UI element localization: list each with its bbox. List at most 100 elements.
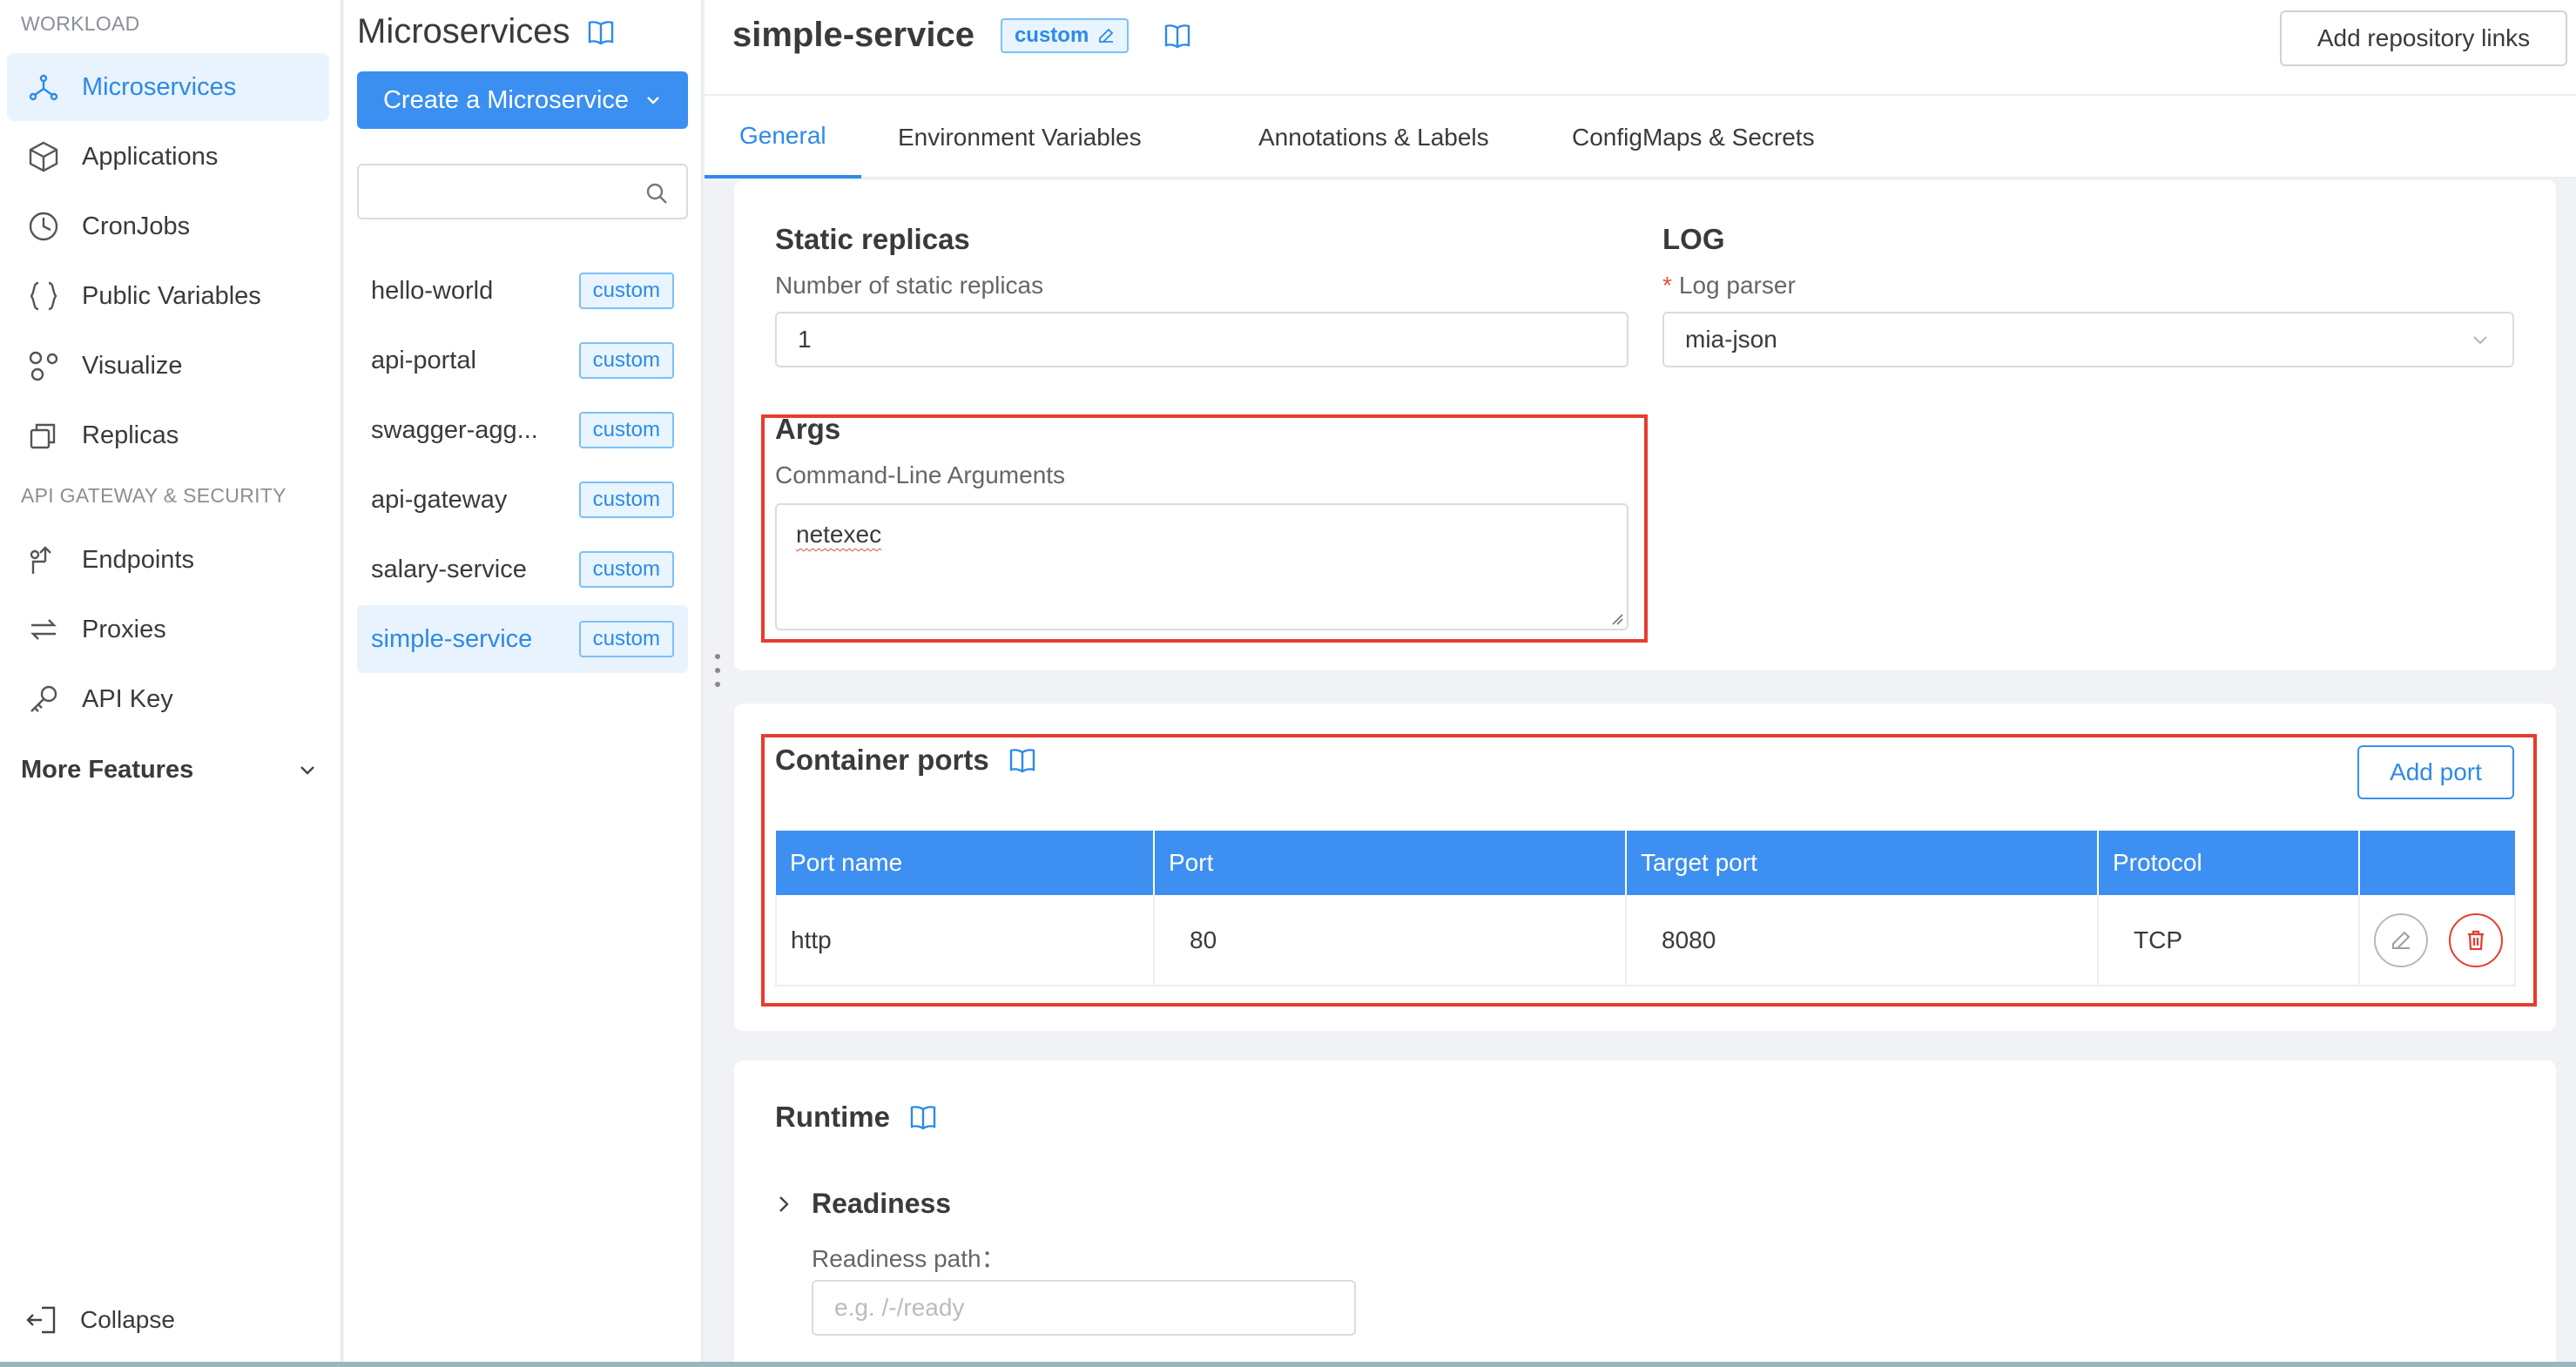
service-type-tag[interactable]: custom bbox=[1000, 17, 1130, 53]
args-textarea[interactable]: netexec bbox=[775, 503, 1629, 630]
book-icon[interactable] bbox=[909, 1104, 937, 1130]
tab-annotations-labels[interactable]: Annotations & Labels bbox=[1224, 96, 1524, 178]
nodes-icon bbox=[24, 347, 63, 385]
tab-general[interactable]: General bbox=[705, 96, 861, 178]
args-value: netexec bbox=[796, 521, 882, 548]
key-icon bbox=[24, 680, 63, 718]
search-input[interactable] bbox=[368, 172, 637, 211]
nav-item-public-variables[interactable]: Public Variables bbox=[7, 262, 329, 330]
static-replicas-input[interactable]: 1 bbox=[775, 312, 1629, 367]
nav-item-label: Public Variables bbox=[82, 281, 261, 310]
nav-item-cronjobs[interactable]: CronJobs bbox=[7, 192, 329, 260]
pencil-icon bbox=[1097, 27, 1115, 44]
nav-item-label: CronJobs bbox=[82, 212, 191, 240]
more-features-label: More Features bbox=[21, 755, 194, 784]
list-item-tag: custom bbox=[578, 481, 674, 518]
tab-configmaps-secrets[interactable]: ConfigMaps & Secrets bbox=[1537, 96, 1850, 178]
list-item-api-gateway[interactable]: api-gateway custom bbox=[357, 466, 688, 534]
search-box bbox=[357, 164, 688, 219]
runtime-header: Runtime bbox=[775, 1101, 937, 1134]
list-item-name: api-portal bbox=[371, 346, 476, 374]
nav-item-api-key[interactable]: API Key bbox=[7, 665, 329, 733]
left-navigation: WORKLOAD Microservices Applications Cron… bbox=[0, 0, 342, 1367]
log-parser-label-text: Log parser bbox=[1678, 272, 1796, 299]
nav-item-label: Visualize bbox=[82, 351, 183, 380]
list-item-swagger-aggregator[interactable]: swagger-agg... custom bbox=[357, 396, 688, 464]
list-title: Microservices bbox=[357, 12, 615, 51]
readiness-path-label: Readiness path： bbox=[812, 1245, 1006, 1272]
list-title-text: Microservices bbox=[357, 12, 570, 51]
list-item-hello-world[interactable]: hello-world custom bbox=[357, 257, 688, 325]
nav-item-visualize[interactable]: Visualize bbox=[7, 332, 329, 400]
more-features-toggle[interactable]: More Features bbox=[21, 751, 317, 789]
container-ports-header: Container ports bbox=[775, 744, 1036, 777]
list-item-name: swagger-agg... bbox=[371, 415, 538, 444]
static-replicas-title: Static replicas bbox=[775, 223, 970, 255]
copy-icon bbox=[24, 416, 63, 455]
list-item-name: api-gateway bbox=[371, 485, 508, 514]
collapse-button[interactable]: Collapse bbox=[24, 1301, 175, 1339]
edit-port-button[interactable] bbox=[2374, 912, 2428, 967]
page-title: simple-service custom bbox=[732, 16, 1191, 55]
column-header-protocol: Protocol bbox=[2098, 831, 2360, 895]
chevron-down-icon bbox=[2471, 330, 2490, 349]
args-title: Args bbox=[775, 413, 841, 445]
table-row: http 80 8080 TCP bbox=[775, 895, 2516, 987]
tab-environment-variables[interactable]: Environment Variables bbox=[863, 96, 1177, 178]
runtime-title: Runtime bbox=[775, 1101, 890, 1133]
static-replicas-label: Number of static replicas bbox=[775, 272, 1044, 299]
nav-item-label: Applications bbox=[82, 142, 219, 171]
list-item-tag: custom bbox=[578, 342, 674, 379]
book-icon[interactable] bbox=[1163, 23, 1191, 49]
list-item-tag: custom bbox=[578, 273, 674, 309]
swap-icon bbox=[24, 610, 63, 649]
list-item-salary-service[interactable]: salary-service custom bbox=[357, 535, 688, 603]
chevron-down-icon bbox=[298, 760, 317, 779]
nav-item-proxies[interactable]: Proxies bbox=[7, 596, 329, 663]
search-icon[interactable] bbox=[644, 181, 669, 205]
add-repository-links-button[interactable]: Add repository links bbox=[2280, 10, 2567, 66]
readiness-path-input[interactable]: e.g. /-/ready bbox=[812, 1280, 1356, 1336]
list-item-tag: custom bbox=[578, 551, 674, 588]
window-bottom-edge bbox=[0, 1362, 2576, 1367]
readiness-title: Readiness bbox=[812, 1188, 952, 1219]
panel-resize-handle[interactable] bbox=[712, 651, 723, 690]
nav-item-label: API Key bbox=[82, 684, 173, 713]
list-item-simple-service[interactable]: simple-service custom bbox=[357, 605, 688, 673]
resize-grip-icon bbox=[1612, 614, 1623, 625]
nav-item-applications[interactable]: Applications bbox=[7, 123, 329, 191]
column-header-port: Port bbox=[1154, 831, 1627, 895]
tab-bar: General Environment Variables Annotation… bbox=[705, 94, 2576, 178]
create-microservice-button[interactable]: Create a Microservice bbox=[357, 71, 688, 129]
nav-item-endpoints[interactable]: Endpoints bbox=[7, 526, 329, 594]
required-mark: * bbox=[1662, 272, 1672, 299]
add-port-button[interactable]: Add port bbox=[2357, 745, 2514, 799]
nav-item-microservices[interactable]: Microservices bbox=[7, 53, 329, 121]
cell-port: 80 bbox=[1154, 895, 1627, 987]
log-title: LOG bbox=[1662, 223, 1725, 255]
log-parser-select[interactable]: mia-json bbox=[1662, 312, 2514, 367]
book-icon[interactable] bbox=[1008, 747, 1036, 773]
cell-actions bbox=[2359, 895, 2516, 987]
book-icon[interactable] bbox=[587, 19, 615, 45]
nav-item-replicas[interactable]: Replicas bbox=[7, 401, 329, 469]
readiness-collapse-toggle[interactable]: Readiness bbox=[775, 1188, 951, 1220]
list-item-api-portal[interactable]: api-portal custom bbox=[357, 327, 688, 394]
column-header-port-name: Port name bbox=[776, 831, 1155, 895]
nav-item-label: Microservices bbox=[82, 72, 237, 101]
args-label: Command-Line Arguments bbox=[775, 461, 1066, 488]
delete-port-button[interactable] bbox=[2448, 912, 2503, 967]
nav-section-workload: WORKLOAD bbox=[21, 12, 140, 35]
microservices-list-panel: Microservices Create a Microservice hell… bbox=[344, 0, 703, 1367]
cell-port-name: http bbox=[775, 895, 1155, 987]
nav-section-api-gateway: API GATEWAY & SECURITY bbox=[21, 484, 287, 507]
ports-table-header-row: Port name Port Target port Protocol bbox=[776, 831, 2515, 895]
collapse-label: Collapse bbox=[80, 1306, 175, 1333]
container-ports-title: Container ports bbox=[775, 744, 989, 776]
chevron-right-icon bbox=[775, 1195, 792, 1214]
list-item-name: salary-service bbox=[371, 555, 527, 583]
ports-table: Port name Port Target port Protocol http… bbox=[775, 831, 2516, 987]
column-header-target-port: Target port bbox=[1626, 831, 2099, 895]
nav-item-label: Replicas bbox=[82, 421, 179, 449]
list-item-tag: custom bbox=[578, 621, 674, 657]
